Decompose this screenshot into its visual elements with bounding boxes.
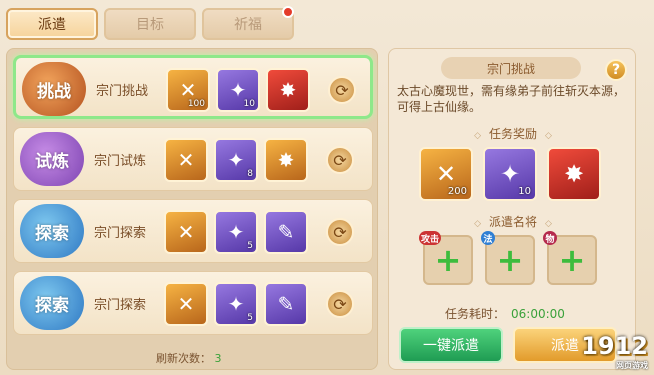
reward-item-spirit-icon[interactable]: ✦ 5 — [214, 282, 258, 326]
refresh-button[interactable]: ⟳ — [326, 290, 354, 318]
logo-subtext: 网页游戏 — [616, 361, 648, 370]
sword-icon: ✕ — [435, 160, 457, 188]
mission-row-explore[interactable]: 探索 宗门探索 ✕ ✦ 5 ✎ ⟳ — [13, 271, 373, 335]
detail-title: 宗门挑战 — [441, 57, 581, 79]
refresh-count-value: 3 — [214, 352, 222, 365]
mission-name: 宗门挑战 — [96, 84, 149, 99]
reward-item-spirit-icon[interactable]: ✦ 8 — [214, 138, 258, 182]
item-count: 200 — [447, 186, 467, 197]
slot-tag: 法 — [481, 231, 495, 245]
reward-item-map-scroll-icon[interactable]: ✎ — [264, 210, 308, 254]
tab-blessing[interactable]: 祈福 — [202, 6, 294, 40]
mission-badge: 挑战 — [22, 62, 86, 116]
add-icon: + — [558, 241, 586, 279]
item-count: 5 — [247, 313, 253, 323]
scroll-icon: ✸ — [563, 160, 585, 188]
hero-slot-magic[interactable]: 法 + — [481, 231, 535, 285]
duration-label: 任务耗时： — [445, 307, 506, 321]
mission-badge: 探索 — [20, 204, 84, 258]
mission-name: 宗门探索 — [94, 226, 147, 241]
reward-item-spirit-icon[interactable]: ✦ 10 — [216, 68, 260, 112]
refresh-count: 刷新次数： 3 — [156, 350, 222, 366]
refresh-button[interactable]: ⟳ — [326, 146, 354, 174]
sword-icon: ✕ — [177, 220, 195, 244]
duration-value: 06:00:00 — [511, 307, 565, 321]
notification-dot — [282, 6, 294, 18]
reward-item-sword-icon[interactable]: ✕ 100 — [166, 68, 210, 112]
item-count: 10 — [243, 99, 255, 109]
treasure-icon: ✸ — [277, 148, 295, 172]
refresh-count-label: 刷新次数： — [156, 352, 211, 365]
slot-tag: 攻击 — [419, 231, 442, 245]
mission-row-explore[interactable]: 探索 宗门探索 ✕ ✦ 5 ✎ ⟳ — [13, 199, 373, 263]
task-duration: 任务耗时： 06:00:00 — [445, 305, 565, 322]
item-count: 100 — [187, 99, 205, 109]
refresh-button[interactable]: ⟳ — [326, 218, 354, 246]
reward-item-scroll-icon[interactable]: ✸ — [266, 68, 310, 112]
reward-item-spirit-icon[interactable]: ✦ 5 — [214, 210, 258, 254]
hero-slot-physical[interactable]: 物 + — [543, 231, 597, 285]
mission-description: 太古心魔现世，需有缘弟子前往斩灭本源，可得上古仙缘。 — [397, 84, 626, 114]
mission-badge: 试炼 — [20, 132, 84, 186]
logo-text: 1912 — [581, 332, 648, 360]
sword-icon: ✕ — [177, 292, 195, 316]
mission-name: 宗门探索 — [94, 298, 147, 313]
item-count: 10 — [518, 186, 531, 197]
reward-item-map-scroll-icon[interactable]: ✎ — [264, 282, 308, 326]
dispatch-window: 派遣 目标 祈福 挑战 宗门挑战 ✕ 100 ✦ 10 ✸ ⟳ 试炼 宗门试炼 … — [0, 0, 654, 375]
add-icon: + — [434, 241, 462, 279]
one-click-dispatch-button[interactable]: 一键派遣 — [399, 327, 503, 363]
reward-item-sword-icon[interactable]: ✕ — [164, 210, 208, 254]
mission-list-panel: 挑战 宗门挑战 ✕ 100 ✦ 10 ✸ ⟳ 试炼 宗门试炼 ✕ ✦ 8 ✸ ⟳… — [6, 48, 378, 370]
reward-item-treasure-icon[interactable]: ✸ — [264, 138, 308, 182]
help-icon[interactable]: ? — [605, 59, 627, 81]
map-scroll-icon: ✎ — [277, 220, 295, 244]
reward-spirit-icon[interactable]: ✦ 10 — [483, 147, 537, 201]
site-logo: 1912 网页游戏 — [581, 332, 648, 371]
spirit-icon: ✦ — [227, 292, 245, 316]
sword-icon: ✕ — [177, 148, 195, 172]
mission-name: 宗门试炼 — [94, 154, 147, 169]
spirit-icon: ✦ — [227, 148, 245, 172]
mission-detail-panel: 宗门挑战 ? 太古心魔现世，需有缘弟子前往斩灭本源，可得上古仙缘。 任务奖励 ✕… — [388, 48, 636, 370]
hero-slot-attack[interactable]: 攻击 + — [419, 231, 473, 285]
mission-row-trial[interactable]: 试炼 宗门试炼 ✕ ✦ 8 ✸ ⟳ — [13, 127, 373, 191]
mission-row-challenge[interactable]: 挑战 宗门挑战 ✕ 100 ✦ 10 ✸ ⟳ — [13, 55, 373, 119]
tab-dispatch[interactable]: 派遣 — [6, 8, 98, 40]
tab-goal[interactable]: 目标 — [104, 8, 196, 40]
item-count: 5 — [247, 241, 253, 251]
tab-blessing-label: 祈福 — [234, 17, 262, 33]
mission-badge: 探索 — [20, 276, 84, 330]
refresh-button[interactable]: ⟳ — [328, 76, 356, 104]
dispatch-section-title: 派遣名将 — [389, 213, 637, 230]
reward-scroll-icon[interactable]: ✸ — [547, 147, 601, 201]
scroll-icon: ✸ — [279, 78, 297, 102]
spirit-icon: ✦ — [499, 160, 521, 188]
add-icon: + — [496, 241, 524, 279]
spirit-icon: ✦ — [227, 220, 245, 244]
item-count: 8 — [247, 169, 253, 179]
tab-bar: 派遣 目标 祈福 — [6, 6, 294, 40]
map-scroll-icon: ✎ — [277, 292, 295, 316]
reward-item-sword-icon[interactable]: ✕ — [164, 138, 208, 182]
reward-section-title: 任务奖励 — [389, 125, 637, 142]
slot-tag: 物 — [543, 231, 557, 245]
reward-sword-icon[interactable]: ✕ 200 — [419, 147, 473, 201]
reward-item-sword-icon[interactable]: ✕ — [164, 282, 208, 326]
